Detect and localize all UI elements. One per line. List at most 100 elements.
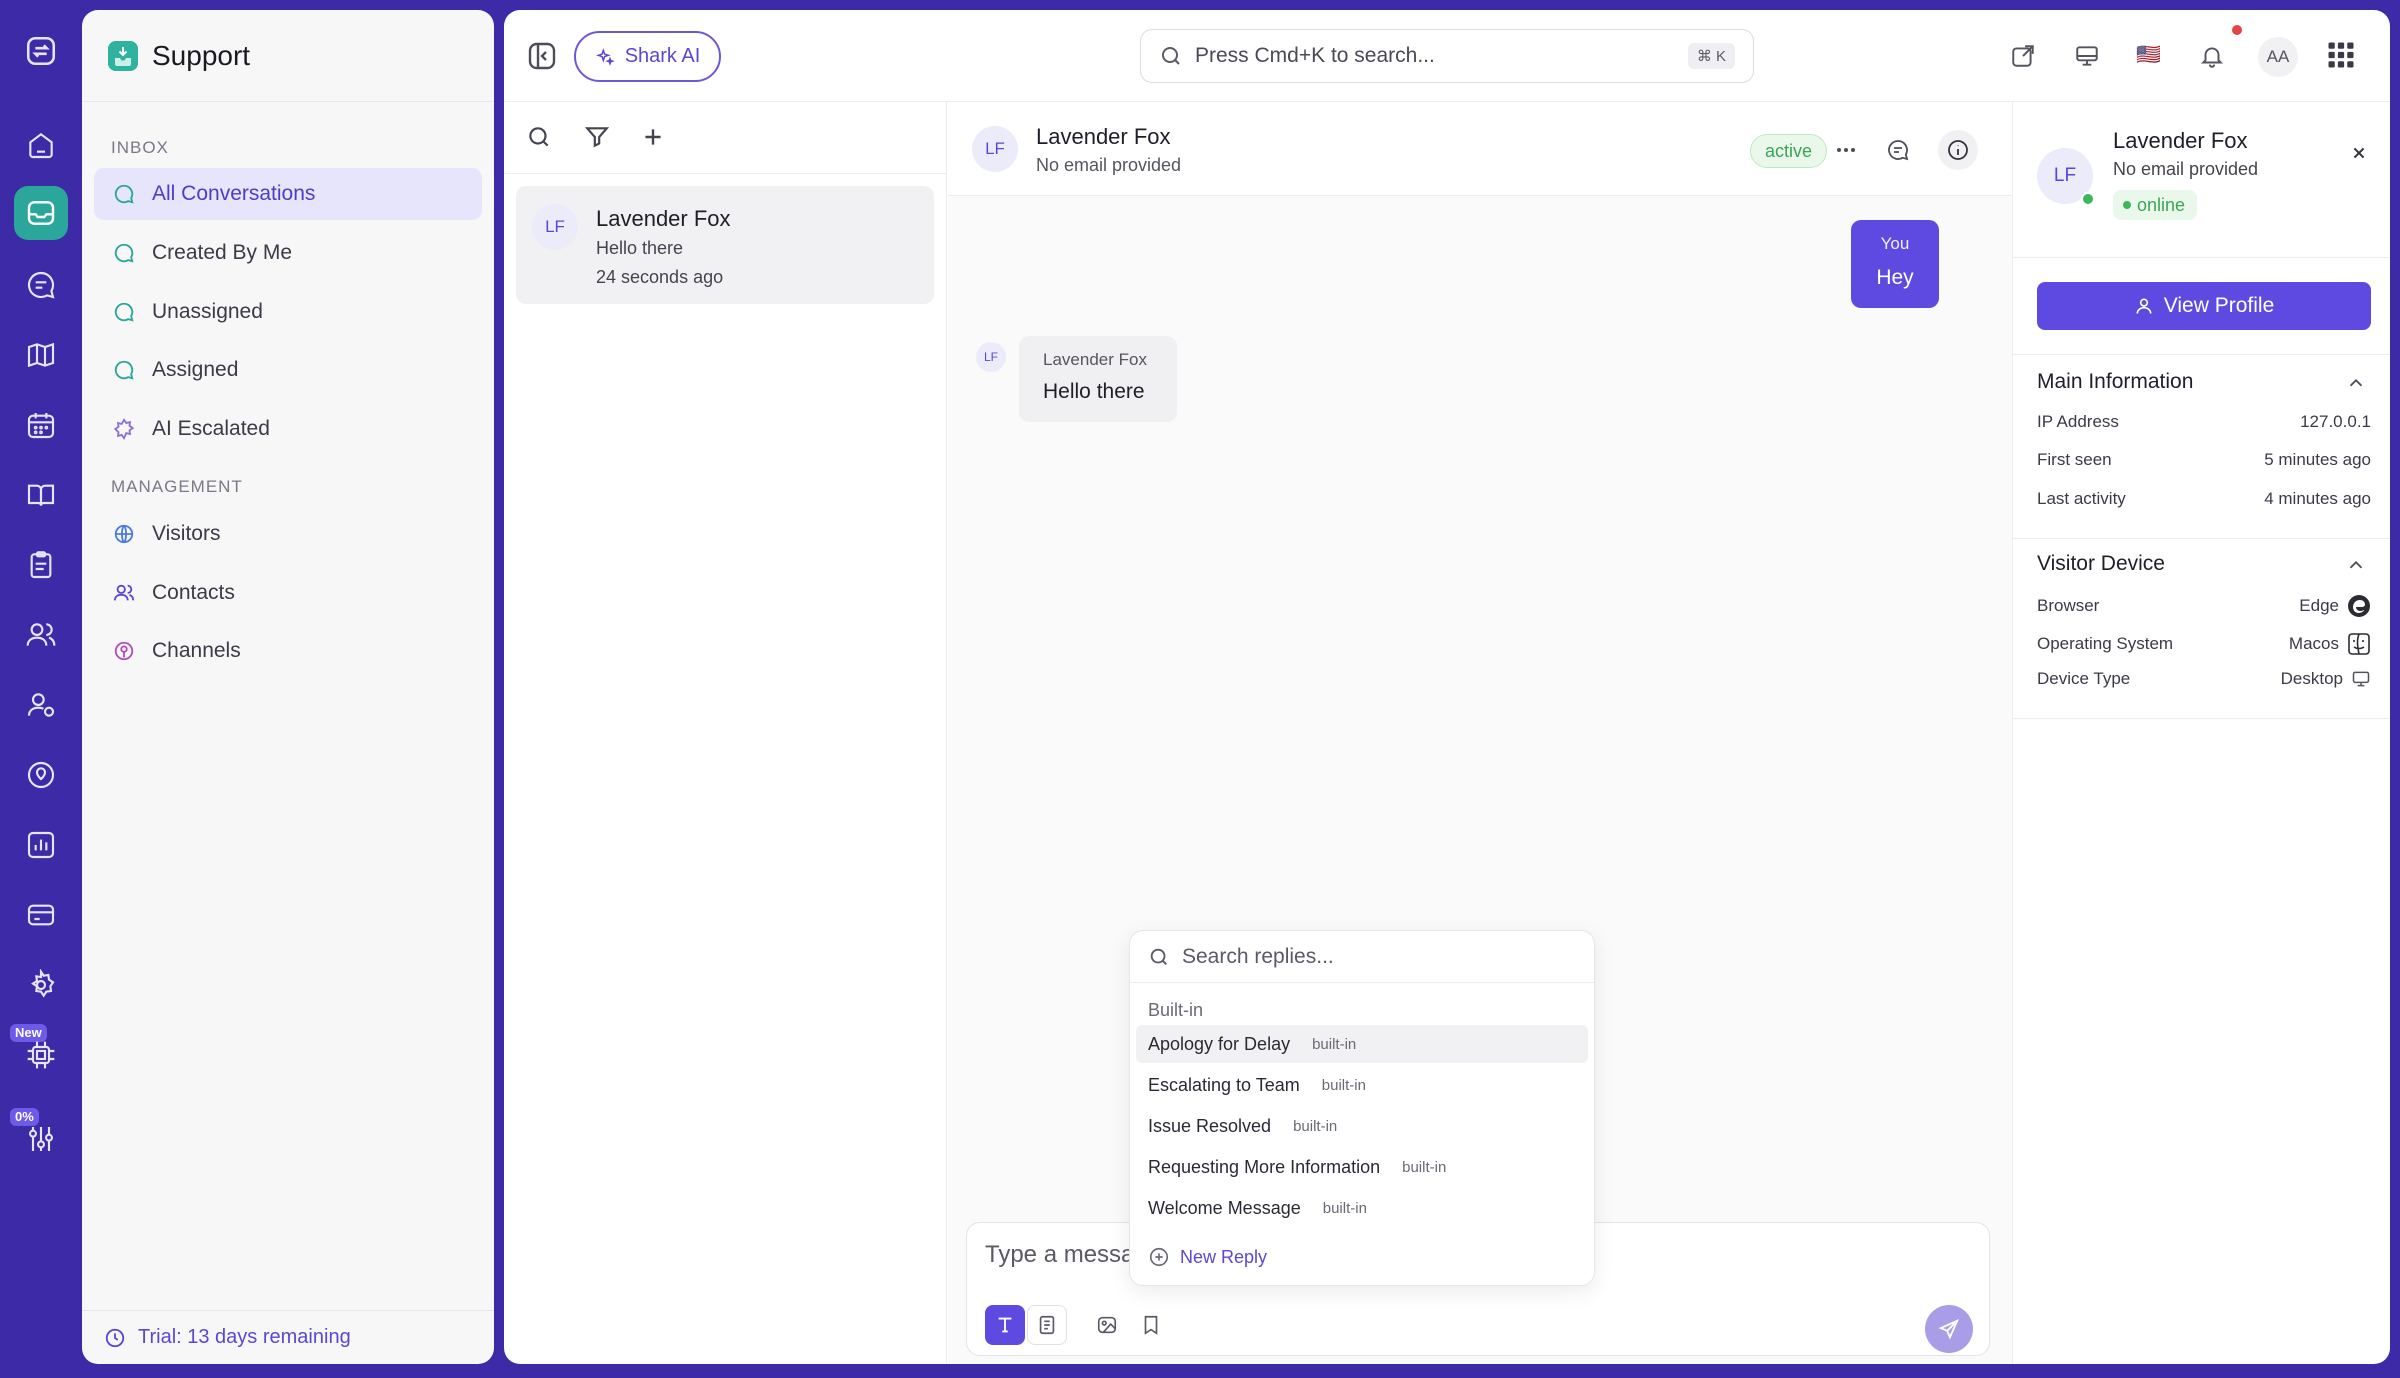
ai-chip-icon[interactable] (14, 1028, 68, 1082)
sidebar-toggle-icon[interactable] (526, 40, 560, 74)
notes-icon[interactable] (1027, 1305, 1067, 1345)
billing-card-icon[interactable] (14, 888, 68, 942)
analytics-icon[interactable] (14, 818, 68, 872)
user-avatar[interactable]: AA (2258, 37, 2298, 77)
replies-search-input[interactable]: Search replies... (1130, 931, 1594, 983)
status-badge[interactable]: active (1750, 134, 1828, 168)
sidebar-item-label: Assigned (152, 358, 239, 381)
sidebar-item-channels[interactable]: Channels (94, 625, 482, 677)
reply-tag: built-in (1322, 1199, 1367, 1217)
online-indicator (2081, 192, 2095, 206)
view-profile-button[interactable]: View Profile (2037, 282, 2371, 330)
sidebar-item-assigned[interactable]: Assigned (94, 344, 482, 396)
contact-avatar: LF (532, 204, 578, 250)
chat-icon[interactable] (14, 258, 68, 312)
app-logo-icon[interactable] (14, 24, 68, 78)
filter-icon[interactable] (584, 124, 610, 150)
external-link-icon[interactable] (2010, 43, 2036, 69)
chat-bubble-icon (112, 358, 136, 382)
conversation-item[interactable]: LF Lavender Fox Hello there 24 seconds a… (516, 186, 934, 304)
send-icon (1938, 1318, 1960, 1340)
sidebar-item-unassigned[interactable]: Unassigned (94, 286, 482, 338)
new-reply-button[interactable]: New Reply (1148, 1246, 1267, 1268)
info-row-first-seen: First seen 5 minutes ago (2037, 450, 2371, 470)
chat-contact-name: Lavender Fox (1036, 124, 1171, 149)
search-icon[interactable] (526, 124, 552, 150)
macos-finder-icon (2347, 632, 2371, 656)
management-section-label: MANAGEMENT (111, 477, 243, 496)
info-label: IP Address (2037, 412, 2119, 431)
incoming-message: Lavender Fox Hello there (1019, 336, 1177, 422)
apps-grid-icon[interactable] (2326, 40, 2356, 70)
view-profile-label: View Profile (2163, 294, 2275, 317)
monitor-icon[interactable] (2074, 43, 2100, 69)
info-row-last-activity: Last activity 4 minutes ago (2037, 489, 2371, 509)
top-bar: Shark AI Press Cmd+K to search... ⌘ K 🇺🇸… (504, 10, 2390, 102)
sidebar-item-created-by-me[interactable]: Created By Me (94, 227, 482, 279)
global-search-input[interactable]: Press Cmd+K to search... ⌘ K (1140, 29, 1754, 83)
more-options-icon[interactable] (1834, 138, 1858, 162)
globe-icon (112, 522, 136, 546)
settings-gear-icon[interactable] (14, 958, 68, 1012)
bell-icon[interactable] (2199, 43, 2225, 69)
sidebar-item-label: Visitors (152, 522, 221, 545)
knowledge-book-icon[interactable] (14, 468, 68, 522)
app-rail: New 0% (0, 0, 80, 1378)
main-information-title: Main Information (2037, 370, 2194, 393)
home-icon[interactable] (14, 118, 68, 172)
chat-bubble-icon (112, 241, 136, 265)
reply-item[interactable]: Escalating to Team built-in (1136, 1066, 1588, 1104)
location-pin-icon[interactable] (14, 748, 68, 802)
trial-banner[interactable]: Trial: 13 days remaining (82, 1310, 494, 1364)
avatar-initials: LF (983, 350, 998, 364)
reply-item[interactable]: Welcome Message built-in (1136, 1189, 1588, 1227)
shark-ai-button[interactable]: Shark AI (574, 31, 721, 82)
plus-icon[interactable] (640, 124, 666, 150)
sidebar-header: Support (82, 10, 494, 102)
reply-item[interactable]: Apology for Delay built-in (1136, 1025, 1588, 1063)
calendar-icon[interactable] (14, 398, 68, 452)
info-icon[interactable] (1938, 130, 1978, 170)
divider (2013, 354, 2390, 355)
reply-item[interactable]: Requesting More Information built-in (1136, 1148, 1588, 1186)
info-row-ip: IP Address 127.0.0.1 (2037, 412, 2371, 432)
close-icon[interactable] (2348, 142, 2370, 164)
device-label: Browser (2037, 596, 2100, 615)
text-format-icon[interactable] (985, 1305, 1025, 1345)
sliders-icon[interactable] (14, 1112, 68, 1166)
search-icon (1148, 946, 1170, 968)
sidebar-item-all-conversations[interactable]: All Conversations (94, 168, 482, 220)
info-label: Last activity (2037, 489, 2126, 508)
trial-text: Trial: 13 days remaining (138, 1326, 351, 1348)
language-flag-icon[interactable]: 🇺🇸 (2136, 42, 2161, 68)
message-sender: You (1880, 234, 1910, 253)
clipboard-icon[interactable] (14, 538, 68, 592)
image-attach-icon[interactable] (1087, 1305, 1127, 1345)
reply-item[interactable]: Issue Resolved built-in (1136, 1107, 1588, 1145)
contact-name: Lavender Fox (2113, 128, 2248, 153)
support-inbox-icon[interactable] (14, 186, 68, 240)
bookmark-icon[interactable] (1131, 1305, 1171, 1345)
saved-replies-dropdown: Search replies... Built-in Apology for D… (1129, 930, 1595, 1286)
notes-chat-icon[interactable] (1886, 138, 1910, 162)
sidebar-item-ai-escalated[interactable]: AI Escalated (94, 403, 482, 455)
device-row-browser: Browser Edge (2037, 594, 2371, 618)
sidebar-item-visitors[interactable]: Visitors (94, 508, 482, 560)
reply-tag: built-in (1321, 1076, 1366, 1094)
device-value: Edge (2299, 596, 2339, 615)
chevron-up-icon[interactable] (2345, 372, 2367, 394)
info-label: First seen (2037, 450, 2112, 469)
users-icon[interactable] (14, 608, 68, 662)
device-row-os: Operating System Macos (2037, 632, 2371, 656)
map-icon[interactable] (14, 328, 68, 382)
support-logo-icon (108, 40, 138, 71)
contact-avatar: LF (972, 126, 1018, 172)
sidebar-item-label: AI Escalated (152, 417, 270, 440)
user-settings-icon[interactable] (14, 678, 68, 732)
status-dot (2123, 201, 2131, 209)
sidebar-item-contacts[interactable]: Contacts (94, 567, 482, 619)
send-button[interactable] (1925, 1305, 1973, 1353)
message-text: Hey (1876, 266, 1914, 289)
chevron-up-icon[interactable] (2345, 554, 2367, 576)
reply-tag: built-in (1293, 1117, 1338, 1135)
